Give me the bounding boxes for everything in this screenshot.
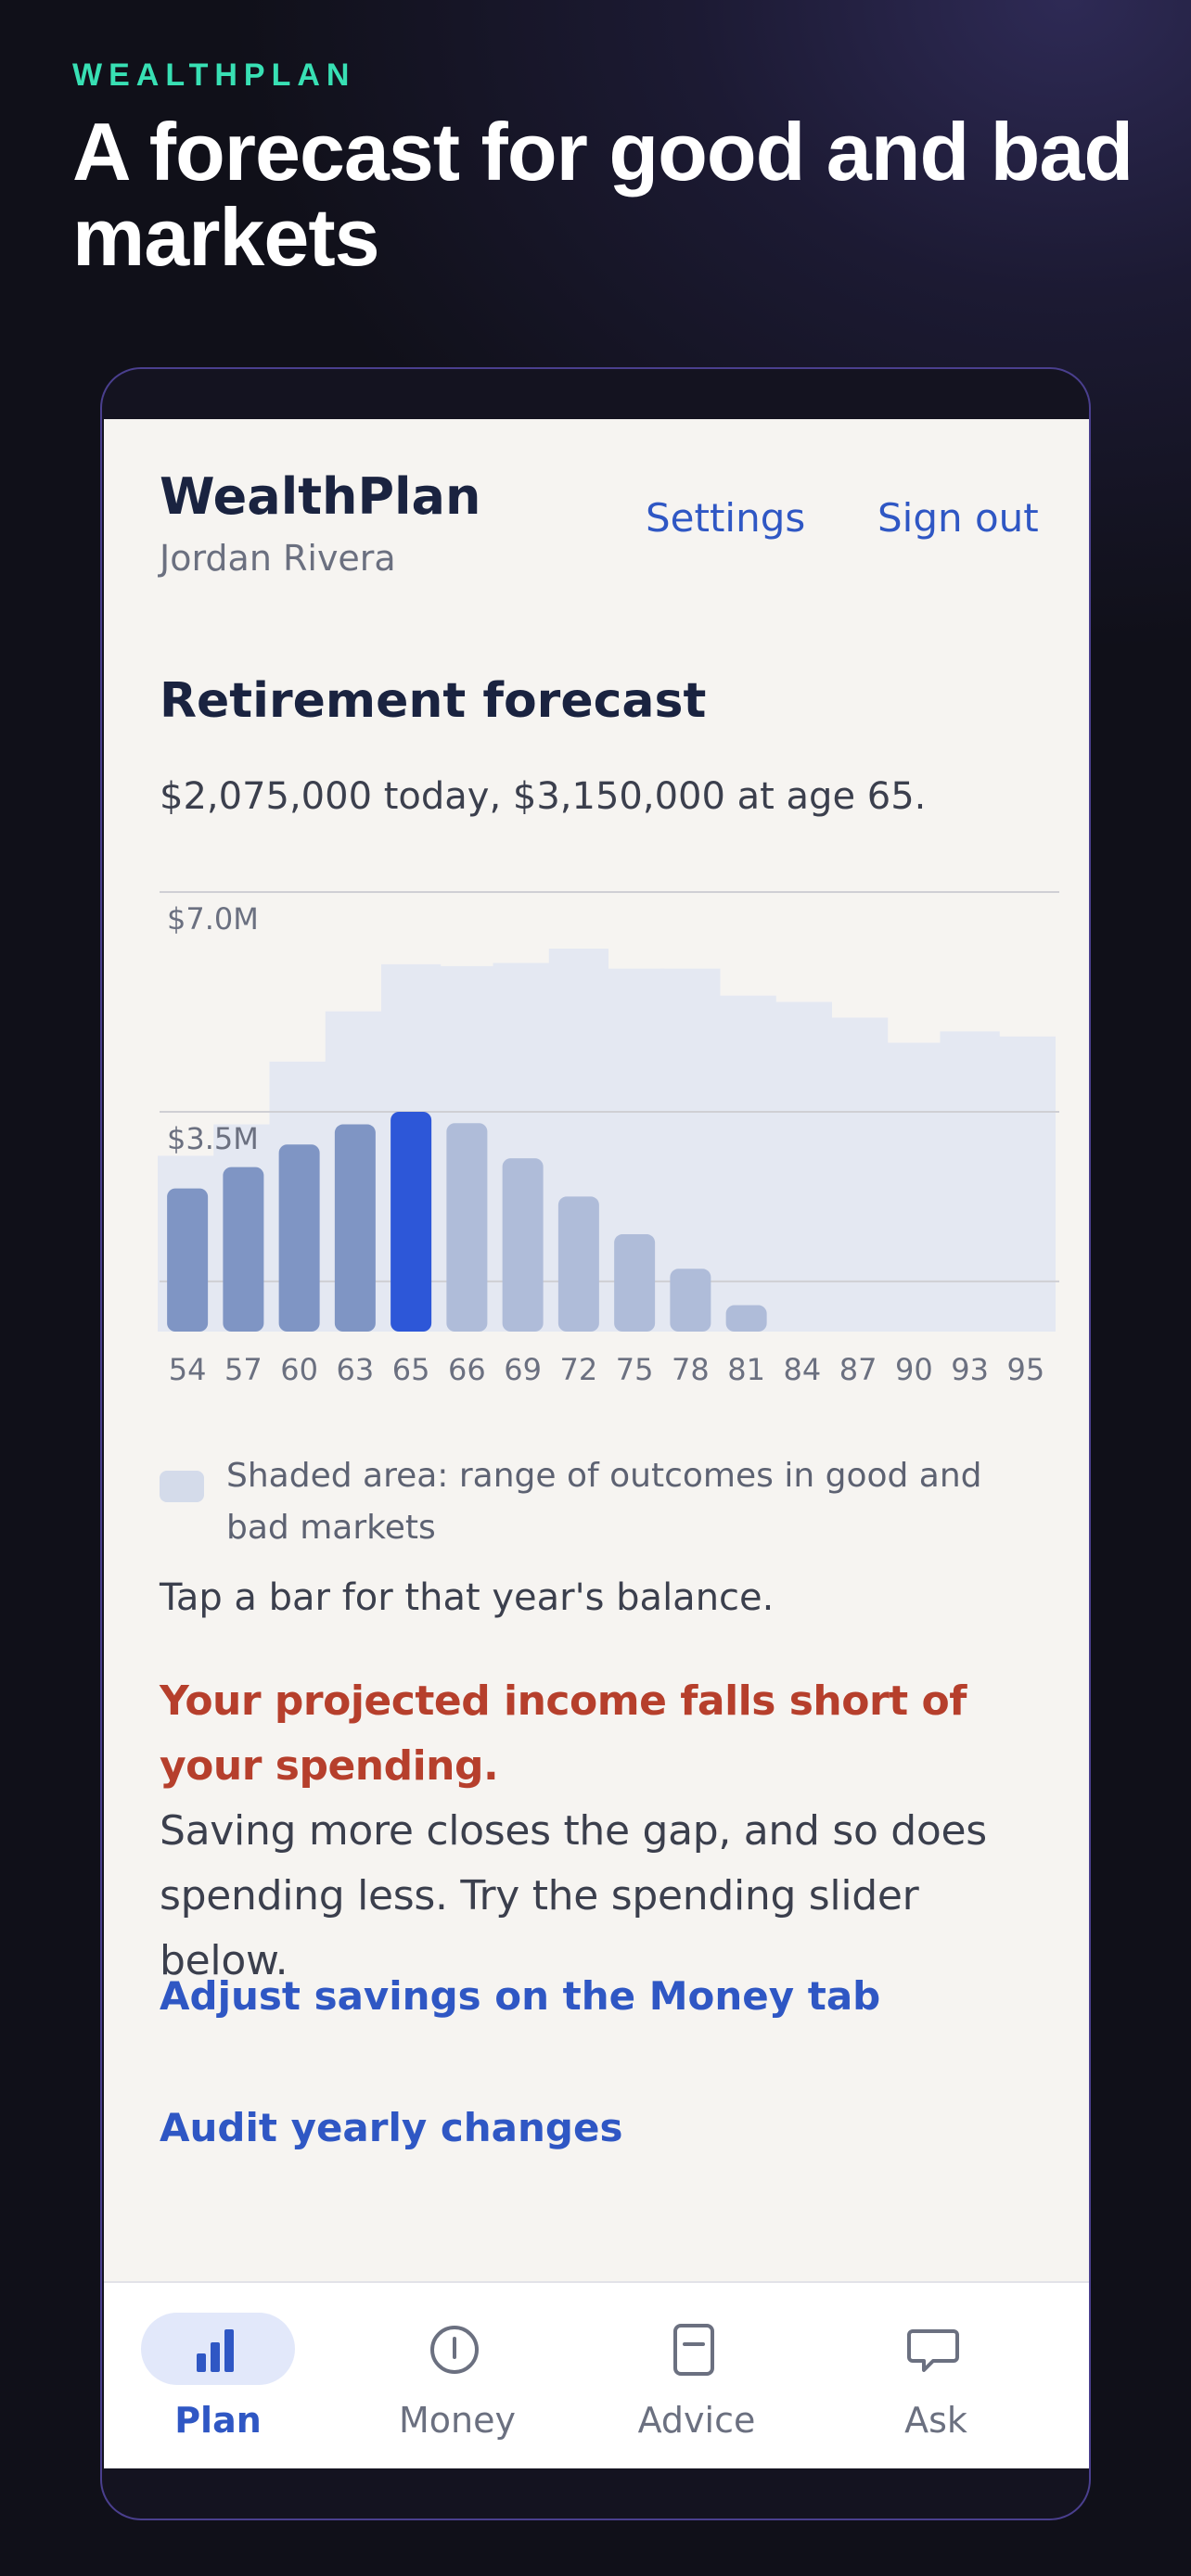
shortfall-explanation: Saving more closes the gap, and so does … (160, 1807, 987, 1984)
legend-swatch (160, 1471, 204, 1502)
x-tick-label: 65 (392, 1352, 430, 1384)
tab-ask[interactable]: Ask (822, 2283, 1044, 2468)
chart-bar[interactable] (502, 1158, 544, 1332)
x-tick-label: 87 (839, 1352, 877, 1384)
x-tick-label: 60 (280, 1352, 318, 1384)
forecast-chart: $7.0M $3.5M 54 57 60 63 65 66 69 72 75 78 81 84 87 90 93… (104, 864, 1089, 1384)
sign-out-link[interactable]: Sign out (877, 495, 1039, 541)
adjust-savings-link[interactable]: Adjust savings on the Money tab (160, 1973, 880, 2019)
x-tick-label: 84 (784, 1352, 822, 1384)
y-tick-label: $3.5M (167, 1121, 259, 1156)
x-tick-label: 81 (727, 1352, 765, 1384)
chart-bar[interactable] (278, 1144, 320, 1332)
x-tick-label: 90 (895, 1352, 933, 1384)
forecast-summary: $2,075,000 today, $3,150,000 at age 65. (160, 775, 927, 818)
x-tick-label: 72 (560, 1352, 598, 1384)
chart-bar[interactable] (670, 1269, 711, 1332)
x-tick-label: 69 (504, 1352, 542, 1384)
section-title: Retirement forecast (160, 673, 707, 729)
legend-text: Shaded area: range of outcomes in good a… (226, 1457, 982, 1547)
tab-label: Ask (904, 2400, 967, 2441)
app-title: WealthPlan (160, 467, 481, 526)
user-name: Jordan Rivera (160, 538, 396, 579)
x-tick-label: 95 (1007, 1352, 1045, 1384)
hero-headline: A forecast for good and bad markets (72, 106, 1133, 283)
x-tick-label: 93 (951, 1352, 989, 1384)
chart-bar[interactable] (557, 1196, 599, 1332)
chart-bar[interactable] (223, 1167, 264, 1332)
tab-money[interactable]: Money (343, 2283, 566, 2468)
chart-bar[interactable] (614, 1234, 656, 1332)
chart-svg: $7.0M $3.5M 54 57 60 63 65 66 69 72 75 78 81 84 87 90 93… (158, 891, 1059, 1384)
brand-tag: WEALTHPLAN (72, 57, 356, 93)
chart-bar[interactable] (725, 1305, 767, 1332)
tab-plan[interactable]: Plan (104, 2283, 327, 2468)
chat-bubble-icon (907, 2329, 959, 2372)
tab-advice[interactable]: Advice (583, 2283, 805, 2468)
phone-frame: WealthPlan Jordan Rivera Settings Sign o… (100, 367, 1091, 2520)
outcome-band-step (940, 1031, 1000, 1332)
chart-hint: Tap a bar for that year's balance. (160, 1576, 775, 1619)
outcome-band-step (995, 1036, 1056, 1332)
info-circle-icon (430, 2326, 479, 2374)
tab-label: Money (399, 2400, 516, 2441)
bar-chart-icon (197, 2329, 234, 2372)
audit-changes-link[interactable]: Audit yearly changes (160, 2105, 622, 2150)
x-tick-label: 54 (169, 1352, 207, 1384)
bottom-tab-bar: Plan Money Advice Ask (104, 2281, 1089, 2468)
chart-bar[interactable] (167, 1188, 209, 1332)
document-icon (673, 2324, 714, 2376)
chart-bar[interactable] (446, 1123, 488, 1332)
outcome-band-step (884, 1042, 944, 1332)
x-tick-label: 57 (224, 1352, 263, 1384)
x-tick-label: 78 (672, 1352, 710, 1384)
chart-bar[interactable] (334, 1124, 376, 1332)
app-screen: WealthPlan Jordan Rivera Settings Sign o… (104, 419, 1089, 2468)
settings-link[interactable]: Settings (646, 495, 805, 541)
y-tick-label: $7.0M (167, 901, 259, 937)
shortfall-warning: Your projected income falls short of you… (160, 1677, 967, 1790)
x-tick-label: 66 (448, 1352, 486, 1384)
x-tick-label: 75 (616, 1352, 654, 1384)
outcome-band-step (828, 1017, 889, 1332)
tab-label: Advice (637, 2400, 756, 2441)
x-tick-label: 63 (337, 1352, 375, 1384)
chart-bar[interactable] (391, 1112, 432, 1332)
tab-label: Plan (174, 2400, 262, 2441)
